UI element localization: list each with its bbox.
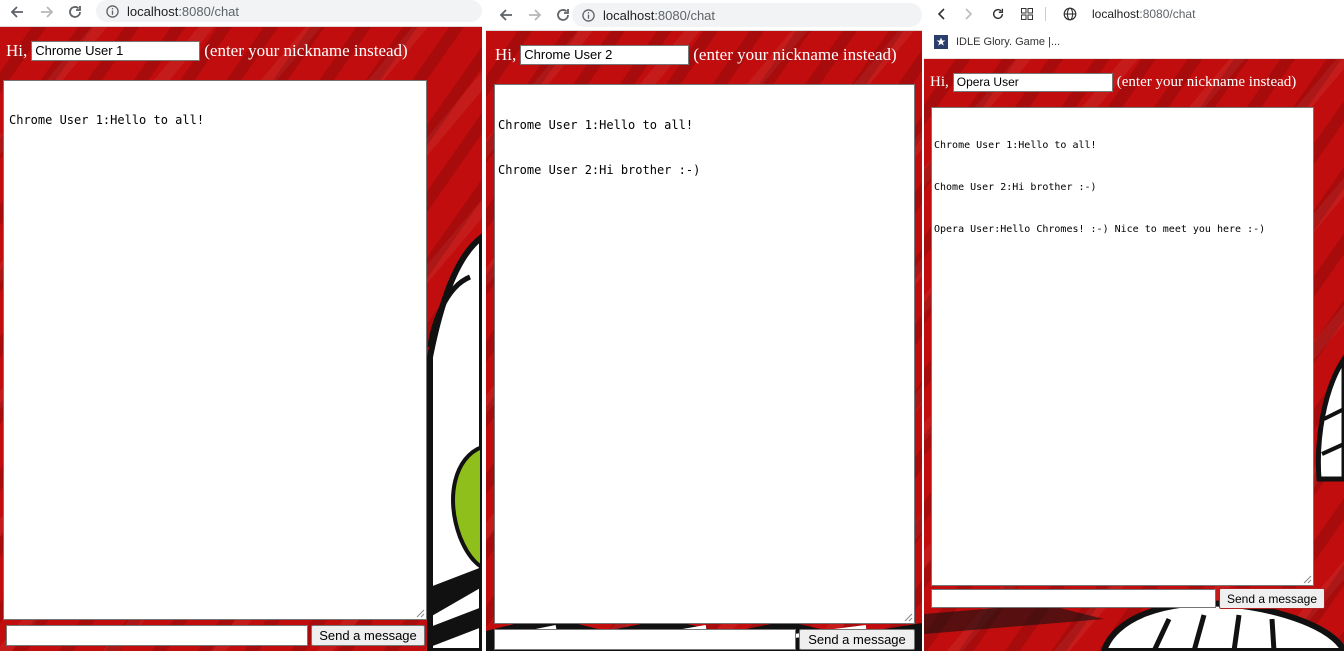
back-arrow-icon <box>10 6 23 18</box>
reload-button[interactable] <box>987 3 1009 25</box>
send-message-button[interactable]: Send a message <box>1219 588 1325 609</box>
chat-page: Hi, Chrome User 2 (enter your nickname i… <box>486 31 922 651</box>
back-button[interactable] <box>6 1 28 23</box>
forward-button[interactable] <box>524 4 546 26</box>
globe-icon <box>1063 7 1077 21</box>
url-host: localhost <box>603 7 655 23</box>
toolbar-divider <box>1045 7 1046 21</box>
message-input[interactable] <box>6 625 308 646</box>
nickname-input[interactable]: Chrome User 2 <box>520 45 690 65</box>
chat-message: Chrome User 1:Hello to all! <box>934 140 1097 151</box>
greeting-row: Hi, Chrome User 2 (enter your nickname i… <box>495 45 897 65</box>
url-host: localhost <box>127 3 179 19</box>
back-button[interactable] <box>931 3 953 25</box>
nickname-input[interactable]: Chrome User 1 <box>31 41 201 61</box>
bookmarks-bar: IDLE Glory. Game |... <box>924 28 1344 59</box>
chat-message: Chrome User 1:Hello to all! <box>9 113 205 127</box>
url-path: :8080/chat <box>1139 7 1196 21</box>
greeting-row: Hi, Chrome User 1 (enter your nickname i… <box>6 41 408 61</box>
forward-arrow-icon <box>529 9 542 21</box>
browser-window-chrome-2: localhost:8080/chat Hi, Chrome User 2 (e… <box>486 0 922 651</box>
chat-page: Hi, Chrome User 1 (enter your nickname i… <box>0 27 482 651</box>
nickname-hint: (enter your nickname instead) <box>693 45 897 64</box>
url-path: :8080/chat <box>178 3 240 19</box>
reload-icon <box>69 6 81 18</box>
chat-message: Chrome User 1:Hello to all! <box>498 118 694 132</box>
address-bar[interactable]: localhost:8080/chat <box>572 3 922 27</box>
browser-toolbar: localhost:8080/chat <box>486 0 922 31</box>
chat-log-textarea[interactable]: Chrome User 1:Hello to all! Chome User 2… <box>931 107 1314 586</box>
chat-message: Chome User 2:Hi brother :-) <box>934 182 1097 193</box>
send-message-button[interactable]: Send a message <box>311 625 425 646</box>
reload-button[interactable] <box>64 1 86 23</box>
chat-page: Hi, Opera User (enter your nickname inst… <box>924 59 1344 651</box>
nickname-hint: (enter your nickname instead) <box>1116 74 1297 90</box>
address-bar[interactable]: localhost:8080/chat <box>96 0 482 22</box>
reload-icon <box>557 9 569 21</box>
site-info-button[interactable] <box>1059 3 1081 25</box>
resize-grip-icon[interactable] <box>1303 575 1312 584</box>
send-message-button[interactable]: Send a message <box>799 629 915 650</box>
forward-arrow-icon <box>965 8 973 20</box>
message-input[interactable] <box>494 629 796 650</box>
forward-button[interactable] <box>36 1 58 23</box>
resize-grip-icon[interactable] <box>904 613 913 622</box>
chat-message: Chrome User 2:Hi brother :-) <box>498 163 701 177</box>
back-arrow-icon <box>937 8 945 20</box>
bookmark-label: IDLE Glory. Game |... <box>956 36 1061 48</box>
greeting-label: Hi, <box>495 45 517 64</box>
greeting-label: Hi, <box>6 41 28 60</box>
message-input[interactable] <box>931 589 1216 608</box>
greeting-row: Hi, Opera User (enter your nickname inst… <box>930 73 1296 92</box>
speed-dial-button[interactable] <box>1016 3 1038 25</box>
forward-button[interactable] <box>957 3 979 25</box>
bookmark-favicon <box>934 35 948 49</box>
chat-log-textarea[interactable]: Chrome User 1:Hello to all! Chrome User … <box>494 84 915 624</box>
browser-toolbar: localhost:8080/chat <box>0 0 482 27</box>
reload-icon <box>992 8 1004 20</box>
browser-window-opera: localhost:8080/chat IDLE Glory. Game |..… <box>924 0 1344 651</box>
url-path: :8080/chat <box>654 7 716 23</box>
browser-toolbar: localhost:8080/chat <box>924 0 1344 28</box>
browser-window-chrome-1: localhost:8080/chat Hi, Chrome User 1 (e… <box>0 0 482 651</box>
greeting-label: Hi, <box>930 74 949 90</box>
reload-button[interactable] <box>552 4 574 26</box>
chat-message: Opera User:Hello Chromes! :-) Nice to me… <box>934 224 1266 235</box>
speed-dial-icon <box>1021 8 1033 20</box>
resize-grip-icon[interactable] <box>416 609 425 618</box>
back-arrow-icon <box>499 9 512 21</box>
url-host: localhost <box>1092 7 1140 21</box>
chat-log-textarea[interactable]: Chrome User 1:Hello to all! <box>3 80 427 620</box>
info-icon <box>582 8 595 22</box>
forward-arrow-icon <box>41 6 54 18</box>
info-icon <box>106 4 119 18</box>
nickname-hint: (enter your nickname instead) <box>204 41 408 60</box>
address-bar[interactable]: localhost:8080/chat <box>1092 7 1195 21</box>
back-button[interactable] <box>495 4 517 26</box>
bookmark-item[interactable]: IDLE Glory. Game |... <box>934 35 1060 49</box>
nickname-input[interactable]: Opera User <box>952 73 1113 92</box>
